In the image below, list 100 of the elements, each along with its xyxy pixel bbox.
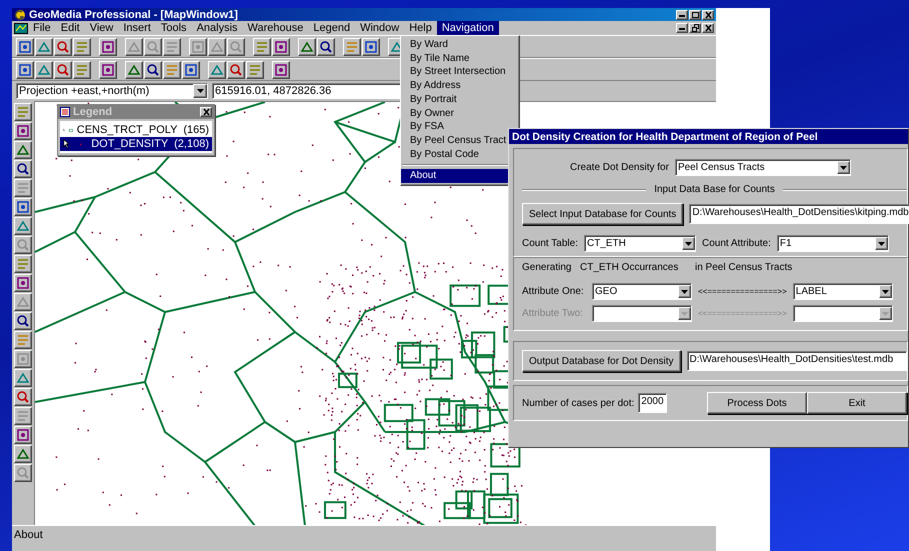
- menu-item[interactable]: Edit: [56, 21, 85, 35]
- toolbar-button[interactable]: [99, 38, 117, 56]
- toolbar-button[interactable]: [272, 38, 290, 56]
- toolbar-button[interactable]: [14, 312, 32, 330]
- minimize-button[interactable]: [676, 23, 688, 33]
- cases-per-dot-field[interactable]: 2000: [638, 393, 667, 413]
- toolbar-button[interactable]: [54, 60, 72, 78]
- toolbar-button[interactable]: [317, 38, 335, 56]
- menu-item[interactable]: Insert: [118, 21, 156, 35]
- toolbar-button[interactable]: [73, 60, 91, 78]
- menu-item[interactable]: By Ward: [401, 38, 519, 52]
- toolbar-button[interactable]: [35, 38, 53, 56]
- target-attribute-dropdown[interactable]: LABEL: [792, 283, 893, 300]
- toolbar-button[interactable]: [14, 274, 32, 292]
- toolbar-button[interactable]: [73, 38, 91, 56]
- menu-item[interactable]: Legend: [308, 21, 356, 35]
- count-table-dropdown[interactable]: CT_ETH: [584, 235, 696, 252]
- close-button[interactable]: [200, 107, 212, 117]
- dropdown-arrow-icon: [684, 242, 692, 246]
- toolbar-icon: [75, 40, 89, 54]
- attribute-dropdown[interactable]: [592, 305, 692, 322]
- output-path-field[interactable]: D:\Warehouses\Health_DotDensities\test.mdb: [686, 351, 907, 371]
- toolbar-button[interactable]: [54, 38, 72, 56]
- toolbar-button[interactable]: [14, 236, 32, 254]
- menu-item[interactable]: Window: [355, 21, 404, 35]
- toolbar-button[interactable]: [208, 38, 226, 56]
- count-attribute-dropdown[interactable]: F1: [776, 235, 889, 252]
- toolbar-button[interactable]: [14, 445, 32, 463]
- toolbar-button[interactable]: [125, 60, 143, 78]
- toolbar-button[interactable]: [14, 464, 32, 482]
- coordinate-field[interactable]: 615916.01, 4872826.36: [212, 83, 402, 99]
- menu-item[interactable]: File: [28, 21, 56, 35]
- toolbar-button[interactable]: [35, 60, 53, 78]
- dialog-button[interactable]: Exit: [807, 392, 907, 414]
- toolbar-button[interactable]: [163, 60, 181, 78]
- toolbar-button[interactable]: [14, 122, 32, 140]
- menu-item[interactable]: By Owner: [401, 106, 519, 120]
- toolbar-icon: [127, 40, 141, 54]
- toolbar-button[interactable]: [14, 160, 32, 178]
- toolbar-button[interactable]: [14, 198, 32, 216]
- toolbar-button[interactable]: [163, 38, 181, 56]
- toolbar-icon: [56, 62, 70, 76]
- projection-dropdown[interactable]: Projection +east,+north(m): [16, 83, 208, 99]
- toolbar-button[interactable]: [14, 426, 32, 444]
- toolbar-button[interactable]: [14, 369, 32, 387]
- create-for-dropdown[interactable]: Peel Census Tracts: [674, 159, 851, 176]
- target-attribute-dropdown[interactable]: [792, 305, 893, 322]
- toolbar-button[interactable]: [14, 103, 32, 121]
- maximize-button[interactable]: [689, 10, 701, 20]
- restore-button[interactable]: [689, 23, 701, 33]
- toolbar-button[interactable]: [144, 60, 162, 78]
- toolbar-button[interactable]: [14, 217, 32, 235]
- toolbar-button[interactable]: [14, 331, 32, 349]
- toolbar-button[interactable]: [182, 60, 200, 78]
- menu-item[interactable]: Help: [404, 21, 437, 35]
- toolbar-icon: [229, 62, 243, 76]
- toolbar-button[interactable]: [272, 60, 290, 78]
- toolbar-button[interactable]: [14, 407, 32, 425]
- dialog-button[interactable]: Process Dots: [707, 392, 807, 414]
- toolbar-icon: [345, 40, 359, 54]
- toolbar-button[interactable]: [253, 38, 271, 56]
- close-button[interactable]: [702, 23, 714, 33]
- toolbar-button[interactable]: [144, 38, 162, 56]
- toolbar-button[interactable]: [14, 388, 32, 406]
- toolbar-button[interactable]: [14, 255, 32, 273]
- input-path-field[interactable]: D:\Warehouses\Health_DotDensities\kitping.mdb: [689, 204, 909, 224]
- toolbar-button[interactable]: [362, 38, 380, 56]
- toolbar-button[interactable]: [227, 38, 245, 56]
- menu-item[interactable]: By Address: [401, 79, 519, 93]
- select-database-button[interactable]: Select Input Database for Counts: [522, 203, 684, 225]
- toolbar-button[interactable]: [14, 293, 32, 311]
- toolbar-button[interactable]: [189, 38, 207, 56]
- menu-item[interactable]: Navigation: [436, 21, 499, 35]
- legend-entry[interactable]: CENS_TRCT_POLY (165): [60, 123, 212, 137]
- menu-item[interactable]: By Portrait: [401, 92, 519, 107]
- menu-item[interactable]: By Tile Name: [401, 52, 519, 66]
- toolbar-button[interactable]: [298, 38, 316, 56]
- toolbar-button[interactable]: [14, 141, 32, 159]
- minimize-button[interactable]: [676, 10, 688, 20]
- toolbar-button[interactable]: [125, 38, 143, 56]
- toolbar-button[interactable]: [14, 179, 32, 197]
- toolbar-button[interactable]: [14, 350, 32, 368]
- menu-item[interactable]: Analysis: [192, 21, 243, 35]
- menu-item[interactable]: Tools: [156, 21, 192, 35]
- toolbar-button[interactable]: [16, 60, 34, 78]
- output-database-button[interactable]: Output Database for Dot Density: [522, 350, 681, 372]
- toolbar-button[interactable]: [246, 60, 264, 78]
- toolbar-button[interactable]: [16, 38, 34, 56]
- toolbar-button[interactable]: [99, 60, 117, 78]
- menu-item[interactable]: By Street Intersection: [401, 65, 519, 80]
- menu-item[interactable]: Warehouse: [242, 21, 308, 35]
- legend-entry[interactable]: DOT_DENSITY (2,108): [60, 137, 212, 151]
- close-button[interactable]: [702, 10, 714, 20]
- toolbar-button[interactable]: [208, 60, 226, 78]
- toolbar-button[interactable]: [227, 60, 245, 78]
- attribute-dropdown[interactable]: GEO: [592, 283, 692, 300]
- menu-item[interactable]: View: [84, 21, 118, 35]
- field-label: Count Attribute:: [702, 238, 771, 249]
- toolbar-button[interactable]: [343, 38, 361, 56]
- toolbar-icon: [101, 40, 115, 54]
